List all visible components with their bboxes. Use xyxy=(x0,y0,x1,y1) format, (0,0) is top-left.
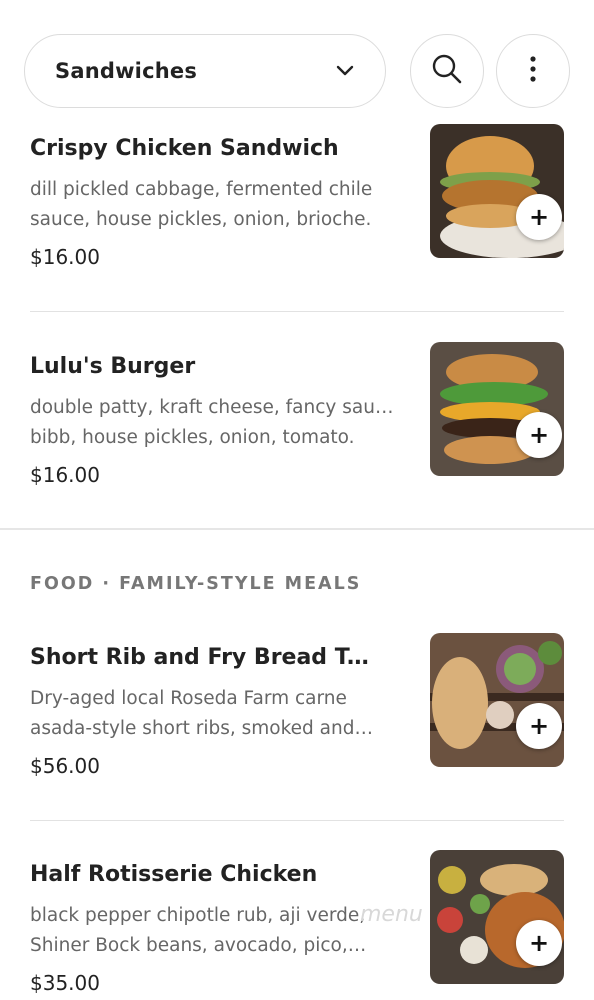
item-divider xyxy=(30,311,564,312)
menu-item[interactable]: Short Rib and Fry Bread Tacos… Dry-aged … xyxy=(30,633,564,778)
item-description: Dry-aged local Roseda Farm carne asada-s… xyxy=(30,688,373,739)
more-vertical-icon xyxy=(529,55,537,87)
add-to-cart-button[interactable]: + xyxy=(516,412,562,458)
menu-item[interactable]: Half Rotisserie Chicken black pepper chi… xyxy=(30,850,564,995)
more-options-button[interactable] xyxy=(496,34,570,108)
add-to-cart-button[interactable]: + xyxy=(516,194,562,240)
item-photo[interactable]: + xyxy=(430,850,564,984)
item-divider xyxy=(30,820,564,821)
section-heading: FOOD · FAMILY-STYLE MEALS xyxy=(30,574,362,594)
search-icon xyxy=(431,53,463,89)
menu-item[interactable]: Crispy Chicken Sandwich dill pickled cab… xyxy=(30,124,564,269)
category-dropdown-label: Sandwiches xyxy=(55,59,198,83)
top-bar: Sandwiches xyxy=(24,34,570,108)
chevron-down-icon xyxy=(335,61,355,81)
item-name: Half Rotisserie Chicken xyxy=(30,862,318,887)
add-to-cart-button[interactable]: + xyxy=(516,703,562,749)
menu-item[interactable]: Lulu's Burger double patty, kraft cheese… xyxy=(30,342,564,487)
item-name: Crispy Chicken Sandwich xyxy=(30,136,339,161)
section-divider xyxy=(0,528,594,530)
search-button[interactable] xyxy=(410,34,484,108)
watermark: menu xyxy=(360,902,423,927)
item-photo[interactable]: + xyxy=(430,633,564,767)
add-to-cart-button[interactable]: + xyxy=(516,920,562,966)
item-name: Lulu's Burger xyxy=(30,354,196,379)
item-photo[interactable]: + xyxy=(430,342,564,476)
item-description: black pepper chipotle rub, aji verde, Sh… xyxy=(30,905,367,956)
item-description: dill pickled cabbage, fermented chile sa… xyxy=(30,179,373,230)
item-description: double patty, kraft cheese, fancy sauce,… xyxy=(30,397,400,448)
item-name: Short Rib and Fry Bread Tacos… xyxy=(30,645,380,670)
category-dropdown[interactable]: Sandwiches xyxy=(24,34,386,108)
item-photo[interactable]: + xyxy=(430,124,564,258)
